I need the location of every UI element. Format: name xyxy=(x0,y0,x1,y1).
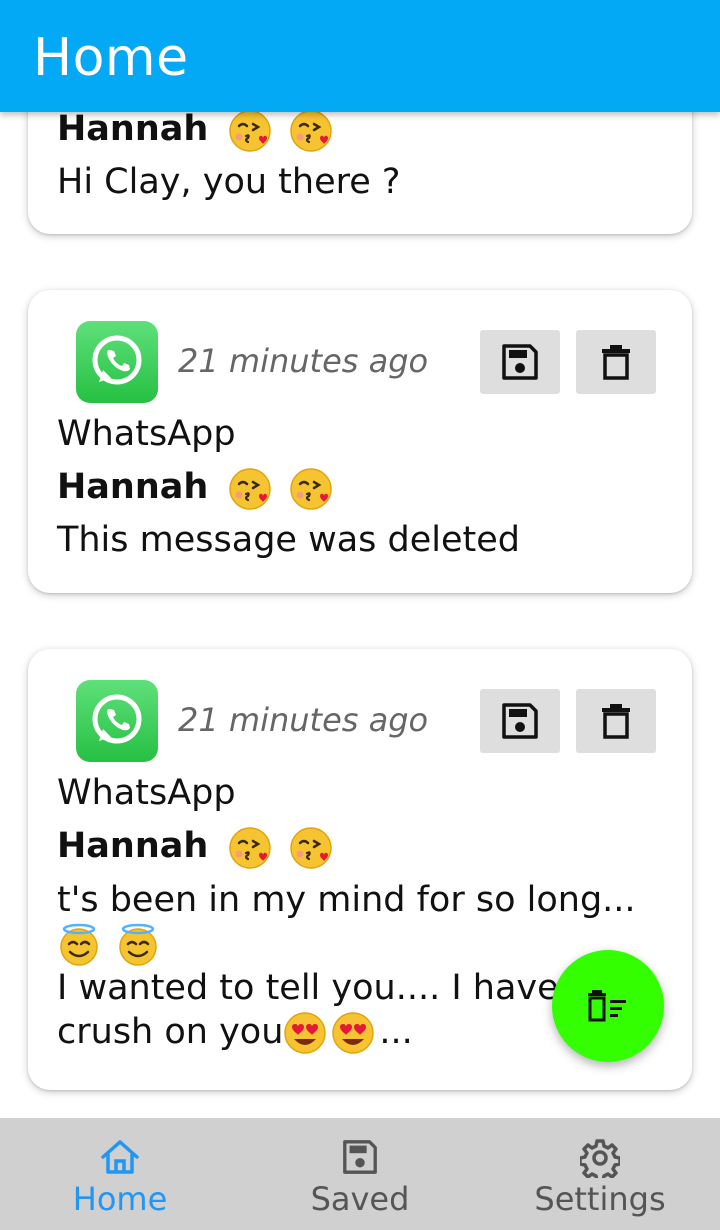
message-line: crush on you xyxy=(57,1012,284,1052)
sender-name: Hannah xyxy=(57,109,209,149)
save-icon xyxy=(343,1140,377,1174)
nav-home-label: Home xyxy=(72,1180,168,1218)
delete-button[interactable] xyxy=(576,689,656,753)
save-button[interactable] xyxy=(480,689,560,753)
nav-settings[interactable]: Settings xyxy=(480,1118,720,1230)
home-icon xyxy=(101,1140,139,1174)
page-title: Home xyxy=(33,28,189,88)
timestamp: 21 minutes ago xyxy=(178,701,429,739)
kissing-heart-emoji xyxy=(289,826,332,869)
smiling-halo-emoji xyxy=(119,923,157,966)
sender-row: Hannah xyxy=(57,465,337,511)
delete-sweep-icon xyxy=(588,990,626,1022)
message-text: Hi Clay, you there ? xyxy=(57,162,401,202)
message-emoji-line xyxy=(57,922,657,966)
message-ellipsis: ... xyxy=(379,1012,413,1052)
sender-name: Hannah xyxy=(57,826,209,866)
save-icon xyxy=(502,344,538,380)
nav-saved-label: Saved xyxy=(310,1180,410,1218)
heart-eyes-emoji xyxy=(284,1012,327,1054)
smiling-halo-emoji xyxy=(60,923,98,966)
kissing-heart-emoji xyxy=(229,467,272,510)
sender-row: Hannah xyxy=(57,824,337,870)
kissing-heart-emoji xyxy=(289,467,332,510)
whatsapp-icon xyxy=(76,321,158,403)
message-text: This message was deleted xyxy=(57,520,520,560)
app-bar: Home xyxy=(0,0,720,112)
sender-row: Hannah xyxy=(57,107,337,153)
kissing-heart-emoji xyxy=(289,109,332,152)
timestamp: 21 minutes ago xyxy=(178,342,429,380)
kissing-heart-emoji xyxy=(229,109,272,152)
sender-emoji-group xyxy=(228,466,336,511)
save-icon xyxy=(502,703,538,739)
delete-button[interactable] xyxy=(576,330,656,394)
app-name: WhatsApp xyxy=(57,773,236,813)
app-name: WhatsApp xyxy=(57,414,236,454)
trash-icon xyxy=(602,345,630,380)
trash-icon xyxy=(602,704,630,739)
kissing-heart-emoji xyxy=(229,826,272,869)
heart-eyes-emoji xyxy=(332,1012,375,1054)
message-line: t's been in my mind for so long... xyxy=(57,880,636,920)
gear-icon xyxy=(580,1139,620,1178)
nav-saved[interactable]: Saved xyxy=(240,1118,480,1230)
sender-emoji-group xyxy=(228,108,336,153)
clear-all-fab[interactable] xyxy=(552,950,664,1062)
notification-card[interactable]: 21 minutes ago WhatsApp Hannah xyxy=(28,290,692,593)
whatsapp-icon xyxy=(76,680,158,762)
nav-settings-label: Settings xyxy=(534,1180,666,1218)
nav-home[interactable]: Home xyxy=(0,1118,240,1230)
save-button[interactable] xyxy=(480,330,560,394)
sender-emoji-group xyxy=(228,825,336,870)
bottom-nav: Home Saved Settings xyxy=(0,1118,720,1230)
sender-name: Hannah xyxy=(57,467,209,507)
